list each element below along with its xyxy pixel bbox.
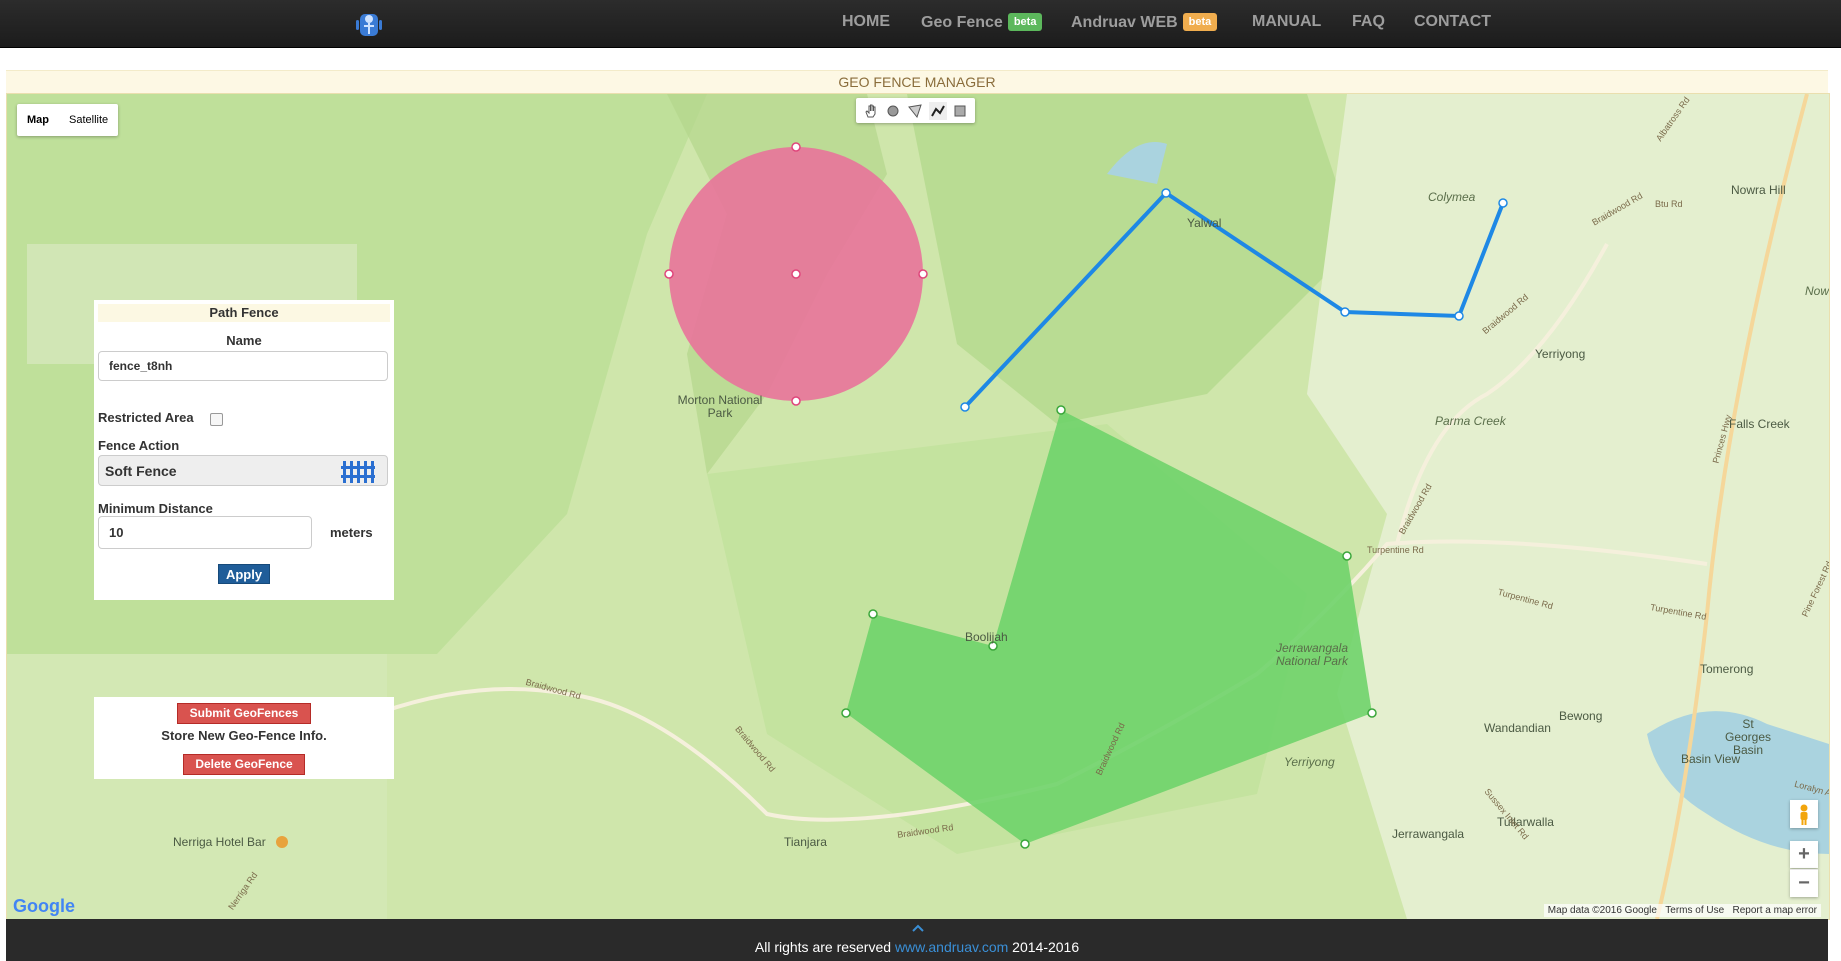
andruav-logo-icon[interactable] xyxy=(352,8,386,42)
nav-faq[interactable]: FAQ xyxy=(1352,13,1385,31)
place-label: Yerriyong xyxy=(1284,755,1335,769)
minimum-distance-input[interactable] xyxy=(98,516,312,549)
delete-geofence-button[interactable]: Delete GeoFence xyxy=(183,754,305,775)
place-label: Parma Creek xyxy=(1435,414,1506,428)
place-label: Yerriyong xyxy=(1535,347,1586,361)
drawing-toolbar xyxy=(856,98,975,123)
place-label: Morton National Park xyxy=(677,393,763,420)
report-map-error-link[interactable]: Report a map error xyxy=(1733,905,1817,916)
beta-badge: beta xyxy=(1007,13,1043,31)
circle-fence-handle[interactable] xyxy=(791,269,801,279)
circle-fence-handle[interactable] xyxy=(664,269,674,279)
footer: All rights are reserved www.andruav.com … xyxy=(6,919,1828,961)
fence-name-input[interactable] xyxy=(98,351,388,381)
map-type-satellite-button[interactable]: Satellite xyxy=(59,104,118,136)
map-attribution: Map data ©2016 Google Terms of Use Repor… xyxy=(1543,904,1821,917)
circle-icon[interactable] xyxy=(884,102,902,120)
map-canvas[interactable]: Colymea Yalwal Nowra Hill Yerriyong Mort… xyxy=(6,93,1830,920)
top-navbar: HOME Geo Fence beta Andruav WEB beta MANUA… xyxy=(0,0,1841,48)
rectangle-icon[interactable] xyxy=(951,102,969,120)
zoom-out-button[interactable]: − xyxy=(1790,869,1818,897)
path-fence-vertex[interactable] xyxy=(1340,307,1350,317)
path-fence-vertex[interactable] xyxy=(1454,311,1464,321)
place-label: Basin View xyxy=(1681,752,1741,766)
polyline-icon[interactable] xyxy=(928,101,947,120)
fence-action-value: Soft Fence xyxy=(105,463,177,479)
panel-header: Path Fence xyxy=(98,304,390,322)
restricted-area-checkbox[interactable] xyxy=(210,413,223,426)
fence-icon xyxy=(341,461,375,483)
path-fence[interactable] xyxy=(963,190,1505,409)
nav-geo-fence[interactable]: Geo Fence beta xyxy=(921,13,1043,32)
google-logo: Google xyxy=(13,896,75,916)
place-label: Nerriga Hotel Bar xyxy=(173,835,266,849)
place-label: Colymea xyxy=(1428,190,1476,204)
andruav-link[interactable]: www.andruav.com xyxy=(895,939,1008,955)
road-label: Btu Rd xyxy=(1655,199,1683,209)
chevron-up-icon[interactable] xyxy=(911,923,925,933)
beta-badge: beta xyxy=(1182,13,1218,31)
map-data-text: Map data ©2016 Google xyxy=(1547,905,1657,916)
nav-geo-fence-label: Geo Fence xyxy=(921,14,1003,31)
polygon-icon[interactable] xyxy=(906,102,924,120)
place-label: Nowra Hill xyxy=(1731,183,1786,197)
path-fence-vertex[interactable] xyxy=(1161,188,1171,198)
place-label: Wandandian xyxy=(1484,721,1551,735)
street-view-pegman-icon[interactable] xyxy=(1790,800,1818,828)
minimum-distance-label: Minimum Distance xyxy=(98,501,213,516)
place-label: Yalwal xyxy=(1187,216,1222,230)
nav-contact[interactable]: CONTACT xyxy=(1414,13,1491,31)
place-label: Tomerong xyxy=(1700,662,1754,676)
meters-unit-label: meters xyxy=(330,525,373,540)
polygon-fence-vertex[interactable] xyxy=(1342,551,1352,561)
circle-fence-handle[interactable] xyxy=(918,269,928,279)
path-fence-vertex[interactable] xyxy=(960,402,970,412)
submit-geofences-button[interactable]: Submit GeoFences xyxy=(177,703,311,724)
polygon-fence-vertex[interactable] xyxy=(868,609,878,619)
circle-fence-handle[interactable] xyxy=(791,142,801,152)
polygon-fence-vertex[interactable] xyxy=(1367,708,1377,718)
road-label: Turpentine Rd xyxy=(1367,545,1424,555)
polygon-fence-vertex[interactable] xyxy=(1056,405,1066,415)
place-label: Jerrawangala National Park xyxy=(1275,641,1349,668)
place-label: Tianjara xyxy=(784,835,827,849)
circle-fence-handle[interactable] xyxy=(791,396,801,406)
bar-marker-icon xyxy=(276,836,288,848)
place-label: Bewong xyxy=(1559,709,1603,723)
nav-andruav-web[interactable]: Andruav WEB beta xyxy=(1071,13,1218,32)
fence-action-select[interactable]: Soft Fence xyxy=(98,455,388,486)
map-type-map-button[interactable]: Map xyxy=(17,104,59,136)
path-fence-vertex[interactable] xyxy=(1498,198,1508,208)
hand-icon[interactable] xyxy=(862,102,880,120)
polygon-fence-vertex[interactable] xyxy=(1020,839,1030,849)
copyright-suffix: 2014-2016 xyxy=(1008,939,1080,955)
nav-andruav-web-label: Andruav WEB xyxy=(1071,14,1178,31)
fence-action-label: Fence Action xyxy=(98,438,180,453)
restricted-area-label: Restricted Area xyxy=(98,410,194,425)
place-label: Boolijah xyxy=(965,630,1008,644)
zoom-in-button[interactable]: + xyxy=(1790,841,1818,868)
name-label: Name xyxy=(226,333,262,348)
nav-home[interactable]: HOME xyxy=(842,13,890,31)
copyright-text: All rights are reserved www.andruav.com … xyxy=(6,939,1828,955)
store-info-text: Store New Geo-Fence Info. xyxy=(161,728,327,743)
terms-of-use-link[interactable]: Terms of Use xyxy=(1665,905,1724,916)
place-label: Falls Creek xyxy=(1729,417,1790,431)
nav-manual[interactable]: MANUAL xyxy=(1252,13,1321,31)
polygon-fence[interactable] xyxy=(846,410,1372,844)
page-title: GEO FENCE MANAGER xyxy=(6,70,1828,93)
geofence-actions-panel: Submit GeoFences Store New Geo-Fence Inf… xyxy=(94,697,394,779)
copyright-prefix: All rights are reserved xyxy=(754,939,895,955)
place-label: Now xyxy=(1805,284,1830,298)
map-type-control: Map Satellite xyxy=(17,104,119,136)
polygon-fence-vertex[interactable] xyxy=(841,708,851,718)
apply-button[interactable]: Apply xyxy=(218,564,270,584)
place-label: Jerrawangala xyxy=(1392,827,1465,841)
fence-properties-panel: Path Fence Name Restricted Area Fence Ac… xyxy=(94,300,394,600)
